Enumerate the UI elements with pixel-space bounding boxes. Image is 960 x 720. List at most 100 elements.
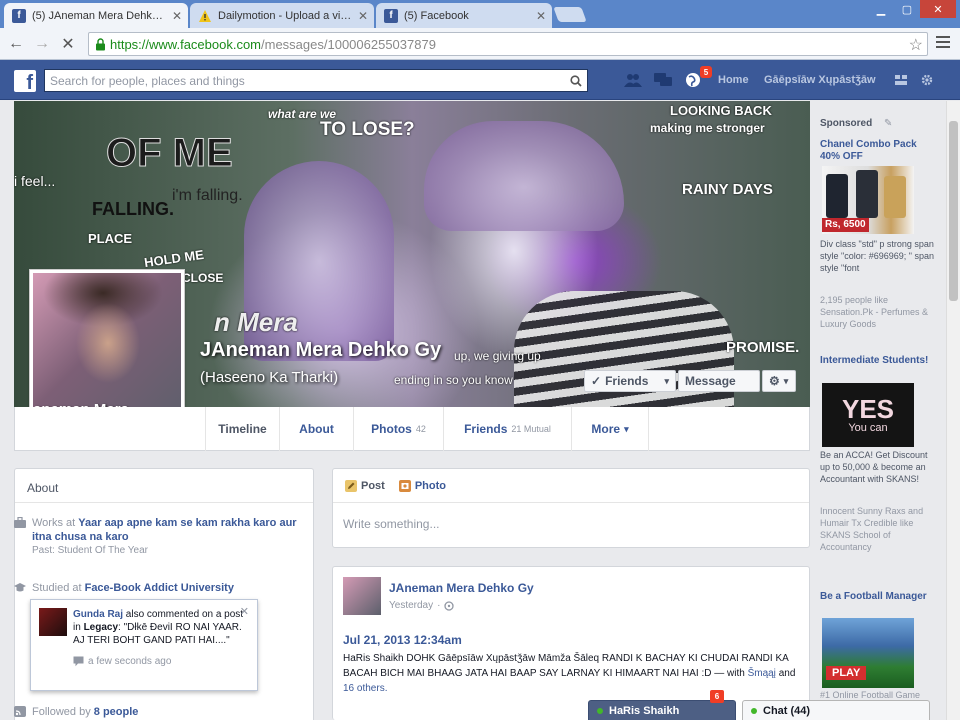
close-tab-icon[interactable]: ✕ xyxy=(536,9,546,23)
browser-tab-profile[interactable]: f (5) JAneman Mera Dehko Gy ✕ xyxy=(4,3,188,28)
browser-tab-dailymotion[interactable]: Dailymotion - Upload a video ✕ xyxy=(190,3,374,28)
about-card-title[interactable]: About xyxy=(15,469,313,503)
scrollbar-thumb[interactable] xyxy=(949,121,958,301)
audience-icon[interactable] xyxy=(444,600,455,611)
close-tab-icon[interactable]: ✕ xyxy=(358,9,368,23)
back-arrow-icon[interactable]: ← xyxy=(6,34,26,54)
briefcase-icon xyxy=(14,517,26,528)
browser-menu-icon[interactable] xyxy=(936,36,950,50)
maximize-window-icon[interactable]: ▢ xyxy=(894,0,920,18)
tab-timeline[interactable]: Timeline xyxy=(205,407,279,451)
cover-text-stronger: making me stronger xyxy=(650,121,765,135)
cover-text-falling: FALLING. xyxy=(92,199,174,219)
ad-price-tag: Rs, 6500 xyxy=(822,218,869,232)
tab-label: About xyxy=(299,422,334,436)
cover-text-rainy-days: RAINY DAYS xyxy=(682,181,773,198)
cover-text-place: PLACE xyxy=(88,231,133,246)
composer-tab-photo[interactable]: Photo xyxy=(398,479,446,492)
rss-icon xyxy=(14,706,26,717)
privacy-shortcuts-icon[interactable] xyxy=(892,72,910,88)
composer-tab-label: Post xyxy=(361,479,385,492)
profile-name[interactable]: JAneman Mera Dehko Gy xyxy=(200,339,441,362)
facebook-logo-icon[interactable]: f xyxy=(14,70,36,92)
ad-title-football[interactable]: Be a Football Manager xyxy=(820,591,938,603)
ad-image-acca[interactable]: YES You can xyxy=(822,383,914,447)
tagged-friend-link[interactable]: Šmąąį xyxy=(748,668,776,679)
chevron-down-icon: ▾ xyxy=(624,423,629,434)
ad-social-acca: Innocent Sunny Raxs and Humair Tx Credib… xyxy=(820,506,924,552)
chat-label: Chat (44) xyxy=(763,704,811,717)
page-scrollbar[interactable] xyxy=(946,101,960,720)
story-time[interactable]: Yesterday xyxy=(389,600,433,611)
cover-text-promise: PROMISE. xyxy=(726,339,800,356)
forward-arrow-icon[interactable]: → xyxy=(32,34,52,54)
close-tab-icon[interactable]: ✕ xyxy=(172,9,182,23)
tab-photos[interactable]: Photos 42 xyxy=(353,407,443,451)
notification-popup[interactable]: ✕ Gunda Raj also commented on a post in … xyxy=(30,599,258,691)
friends-button[interactable]: ✓ Friends ▾ xyxy=(584,370,676,392)
cover-text-feel: i feel... xyxy=(14,173,56,189)
tab-label: (5) JAneman Mera Dehko Gy xyxy=(32,9,166,22)
ad-text-chanel: Div class "std" p strong span style "col… xyxy=(820,239,934,273)
stop-loading-icon[interactable]: ✕ xyxy=(58,34,78,54)
cover-text-of-me: OF ME xyxy=(106,131,234,176)
ad-title-chanel[interactable]: Chanel Combo Pack 40% OFF xyxy=(820,139,938,163)
tab-label: Friends xyxy=(464,422,508,436)
tab-about[interactable]: About xyxy=(279,407,353,451)
timeline-navigation: Timeline About Photos 42 Friends 21 Mutu… xyxy=(14,407,810,451)
story-author-name[interactable]: JAneman Mera Dehko Gy xyxy=(389,581,534,595)
close-icon[interactable]: ✕ xyxy=(240,606,249,619)
dot-separator: · xyxy=(437,600,441,611)
timeline-story: JAneman Mera Dehko Gy Yesterday · Jul 21… xyxy=(332,566,810,720)
tab-count: 21 Mutual xyxy=(511,424,551,434)
ad-image-yes: YES xyxy=(841,394,895,424)
composer-input[interactable]: Write something... xyxy=(333,503,809,545)
browser-tab-facebook[interactable]: f (5) Facebook ✕ xyxy=(376,3,552,28)
works-past: Past: Student Of The Year xyxy=(32,545,149,556)
school-link[interactable]: Face-Book Addict University xyxy=(85,582,234,594)
story-date-title[interactable]: Jul 21, 2013 12:34am xyxy=(343,633,462,647)
story-and: and xyxy=(775,668,796,679)
settings-gear-icon[interactable] xyxy=(918,72,936,88)
notifications-badge: 5 xyxy=(700,66,712,78)
notification-avatar xyxy=(39,608,67,636)
ad-image-chanel[interactable]: Rs, 6500 xyxy=(822,166,914,234)
post-composer: Post Photo Write something... xyxy=(332,468,810,548)
search-icon[interactable] xyxy=(565,70,587,91)
tab-friends[interactable]: Friends 21 Mutual xyxy=(443,407,571,451)
ad-title-acca[interactable]: Intermediate Students! xyxy=(820,355,938,367)
close-window-icon[interactable]: ✕ xyxy=(920,0,956,18)
tagged-others-link[interactable]: 16 others. xyxy=(343,683,387,694)
followers-link[interactable]: 8 people xyxy=(94,706,139,718)
friend-requests-icon[interactable] xyxy=(624,72,642,88)
pencil-icon xyxy=(345,479,357,492)
address-bar[interactable]: https://www.facebook.com/messages/100006… xyxy=(88,32,928,56)
composer-tab-post[interactable]: Post xyxy=(345,479,385,492)
bookmark-star-icon[interactable]: ☆ xyxy=(909,35,923,55)
search-input[interactable] xyxy=(45,70,565,91)
chat-tab-haris[interactable]: HaRis Shaikh xyxy=(588,700,736,720)
edit-pencil-icon[interactable]: ✎ xyxy=(884,118,892,130)
tab-label: (5) Facebook xyxy=(404,9,469,22)
minimize-window-icon[interactable]: ▁ xyxy=(868,0,894,18)
sponsored-heading: Sponsored xyxy=(820,118,873,129)
friends-button-label: Friends xyxy=(605,374,649,388)
user-profile-link[interactable]: Gāēpsīāw Xųpāstǯāw xyxy=(764,74,876,86)
new-tab-button[interactable] xyxy=(553,7,587,22)
facebook-top-bar: f Home Gāēpsīāw Xųpāstǯāw xyxy=(0,60,960,100)
ad-image-football[interactable]: PLAY xyxy=(822,618,914,688)
home-link[interactable]: Home xyxy=(718,74,749,86)
perfume-bottle-icon xyxy=(826,174,848,218)
gear-icon: ⚙ xyxy=(769,374,780,388)
profile-options-button[interactable]: ⚙ ▾ xyxy=(762,370,796,392)
online-status-icon xyxy=(597,707,603,714)
messages-icon[interactable] xyxy=(654,72,672,88)
story-author-avatar[interactable] xyxy=(343,577,381,615)
perfume-bottle-icon xyxy=(884,176,906,218)
browser-toolbar: ← → ✕ https://www.facebook.com/messages/… xyxy=(0,28,960,60)
ad-play-badge: PLAY xyxy=(826,666,867,680)
chat-unread-badge: 6 xyxy=(710,690,724,703)
message-button[interactable]: Message xyxy=(678,370,760,392)
tab-more[interactable]: More ▾ xyxy=(571,407,649,451)
cover-text-to-lose: TO LOSE? xyxy=(320,119,415,140)
